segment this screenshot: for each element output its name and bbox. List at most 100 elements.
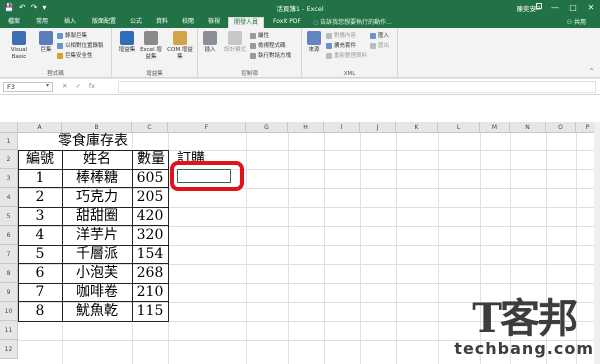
vertical-scrollbar[interactable] (594, 122, 600, 364)
column-header[interactable]: A (18, 122, 62, 133)
tab-view[interactable]: 檢視 (204, 17, 224, 28)
cell-name[interactable]: 棒棒糖 (62, 169, 132, 188)
column-header[interactable]: I (324, 122, 360, 133)
xml-source-button[interactable]: 來源 (306, 31, 322, 54)
view-code-button[interactable]: 檢視程式碼 (250, 42, 286, 50)
refresh-data-button[interactable]: 重新整理資料 (326, 52, 367, 60)
row-header[interactable]: 11 (0, 321, 18, 340)
cell-name[interactable]: 魷魚乾 (62, 302, 132, 321)
gridline (438, 133, 439, 364)
tab-file[interactable]: 檔案 (4, 17, 24, 28)
cell-id[interactable]: 4 (18, 226, 62, 245)
column-header[interactable]: O (546, 122, 576, 133)
collapse-ribbon-icon[interactable]: ^ (589, 68, 594, 75)
tell-me-search[interactable]: ◌ 告訴我您想要執行的動作... (313, 17, 392, 26)
ribbon-display-options-icon[interactable]: ▭ (528, 0, 546, 15)
column-header[interactable]: L (438, 122, 480, 133)
addins-button[interactable]: 增益集 (118, 31, 136, 54)
header-id[interactable]: 編號 (18, 150, 62, 169)
export-button[interactable]: 匯出 (370, 42, 389, 50)
tab-developer[interactable]: 開發人員 (228, 17, 264, 28)
column-header[interactable]: H (288, 122, 324, 133)
cell-qty[interactable]: 605 (132, 169, 168, 188)
cell-name[interactable]: 甜甜圈 (62, 207, 132, 226)
properties-button[interactable]: 屬性 (250, 32, 269, 40)
cell-id[interactable]: 2 (18, 188, 62, 207)
cell-name[interactable]: 小泡芙 (62, 264, 132, 283)
cell-name[interactable]: 千層派 (62, 245, 132, 264)
row-header[interactable]: 5 (0, 207, 18, 226)
tab-formulas[interactable]: 公式 (126, 17, 146, 28)
cell-qty[interactable]: 115 (132, 302, 168, 321)
cell-qty[interactable]: 320 (132, 226, 168, 245)
row-header[interactable]: 9 (0, 283, 18, 302)
column-header[interactable]: K (396, 122, 438, 133)
row-header[interactable]: 12 (0, 340, 18, 359)
tab-insert[interactable]: 插入 (60, 17, 80, 28)
insert-function-icon[interactable]: fx (89, 82, 95, 90)
cell-name[interactable]: 咖啡卷 (62, 283, 132, 302)
macro-security-button[interactable]: 巨集安全性 (57, 52, 93, 60)
column-header[interactable]: N (510, 122, 546, 133)
tab-foxit-pdf[interactable]: Foxit PDF (270, 17, 304, 28)
relative-reference-button[interactable]: 以相對位置錄製 (57, 42, 104, 50)
map-properties-button[interactable]: 對應內容 (326, 32, 356, 40)
cell-qty[interactable]: 268 (132, 264, 168, 283)
column-header[interactable]: C (132, 122, 168, 133)
cell-id[interactable]: 7 (18, 283, 62, 302)
run-dialog-button[interactable]: 執行對話方塊 (250, 52, 291, 60)
cell-qty[interactable]: 420 (132, 207, 168, 226)
maximize-icon[interactable]: ▢ (564, 0, 582, 15)
row-header[interactable]: 6 (0, 226, 18, 245)
import-button[interactable]: 匯入 (370, 32, 389, 40)
header-name[interactable]: 姓名 (62, 150, 132, 169)
cell-qty[interactable]: 154 (132, 245, 168, 264)
column-header[interactable]: M (480, 122, 510, 133)
select-all-corner[interactable] (0, 122, 18, 133)
row-header[interactable]: 3 (0, 169, 18, 188)
column-header[interactable]: G (246, 122, 288, 133)
macros-button[interactable]: 巨集 (38, 31, 54, 54)
table-title[interactable]: 零食庫存表 (18, 133, 168, 150)
cell-qty[interactable]: 210 (132, 283, 168, 302)
group-label-addins: 增益集 (146, 71, 163, 77)
cell-id[interactable]: 3 (18, 207, 62, 226)
cell-name[interactable]: 巧克力 (62, 188, 132, 207)
formula-input[interactable] (118, 81, 596, 93)
design-mode-button[interactable]: 設計模式 (222, 31, 248, 54)
header-qty[interactable]: 數量 (132, 150, 172, 169)
row-header[interactable]: 4 (0, 188, 18, 207)
tab-review[interactable]: 校閱 (178, 17, 198, 28)
tab-home[interactable]: 常用 (32, 17, 52, 28)
excel-addins-button[interactable]: Excel 增益集 (140, 31, 162, 61)
column-header[interactable]: F (168, 122, 246, 133)
visual-basic-button[interactable]: Visual Basic (4, 31, 34, 61)
name-box-dropdown-icon[interactable]: ▾ (46, 82, 49, 89)
close-icon[interactable]: ✕ (582, 0, 600, 15)
minimize-icon[interactable]: — (546, 0, 564, 15)
share-button[interactable]: ⚇ 共用 (567, 17, 586, 26)
cell-id[interactable]: 8 (18, 302, 62, 321)
expansion-packs-button[interactable]: 擴充套件 (326, 42, 356, 50)
cell-id[interactable]: 6 (18, 264, 62, 283)
run-dialog-icon (250, 53, 256, 59)
design-mode-icon (228, 31, 242, 45)
cell-id[interactable]: 5 (18, 245, 62, 264)
insert-control-button[interactable]: 插入 (202, 31, 218, 54)
cell-name[interactable]: 洋芋片 (62, 226, 132, 245)
com-addins-button[interactable]: COM 增益集 (166, 31, 194, 61)
cancel-entry-icon[interactable]: ✕ (62, 82, 67, 90)
cell-id[interactable]: 1 (18, 169, 62, 188)
row-header[interactable]: 10 (0, 302, 18, 321)
record-macro-button[interactable]: 錄製巨集 (57, 32, 87, 40)
row-header[interactable]: 7 (0, 245, 18, 264)
tab-page-layout[interactable]: 版面配置 (88, 17, 120, 28)
row-header[interactable]: 2 (0, 150, 18, 169)
confirm-entry-icon[interactable]: ✓ (75, 82, 80, 90)
column-header[interactable]: J (360, 122, 396, 133)
row-header[interactable]: 1 (0, 133, 18, 150)
tab-data[interactable]: 資料 (152, 17, 172, 28)
column-header[interactable]: B (62, 122, 132, 133)
cell-qty[interactable]: 205 (132, 188, 168, 207)
row-header[interactable]: 8 (0, 264, 18, 283)
